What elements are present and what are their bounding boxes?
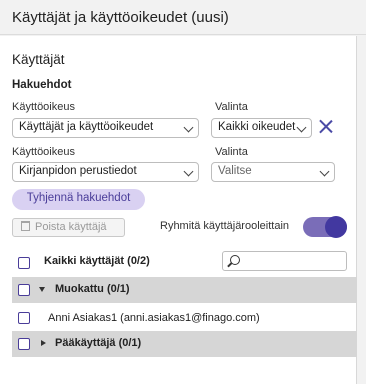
app-header: Käyttäjät ja käyttöoikeudet (uusi)	[0, 0, 366, 35]
group-checkbox[interactable]	[18, 338, 30, 350]
chevron-down-icon	[183, 166, 194, 177]
select-all-checkbox[interactable]	[18, 257, 30, 269]
filter2-permission-value: Kirjanpidon perustiedot	[19, 165, 137, 177]
group-checkbox[interactable]	[18, 284, 30, 296]
users-panel: Käyttäjät Hakuehdot Käyttöoikeus Valinta…	[0, 36, 357, 384]
filter1-permission-value: Käyttäjät ja käyttöoikeudet	[19, 121, 154, 133]
caret-right-icon[interactable]	[41, 340, 46, 346]
filters-title: Hakuehdot	[12, 79, 72, 91]
group-row-muokattu[interactable]: Muokattu (0/1)	[12, 277, 357, 303]
filter1-permission-label: Käyttöoikeus	[12, 101, 75, 113]
toggle-knob	[325, 216, 347, 238]
chevron-down-icon	[296, 122, 307, 133]
user-checkbox[interactable]	[18, 312, 30, 324]
filter1-selection-value: Kaikki oikeudet	[218, 121, 296, 133]
group-label: Pääkäyttäjä (0/1)	[55, 337, 142, 349]
clear-filters-button[interactable]: Tyhjennä hakuehdot	[12, 189, 145, 210]
search-icon	[230, 255, 240, 265]
group-by-role-label: Ryhmitä käyttäjärooleittain	[160, 220, 290, 232]
filter2-permission-select[interactable]: Kirjanpidon perustiedot	[12, 162, 199, 182]
section-title: Käyttäjät	[12, 52, 65, 67]
user-search-input[interactable]	[222, 251, 347, 271]
all-users-label: Kaikki käyttäjät (0/2)	[44, 255, 150, 267]
filter2-permission-label: Käyttöoikeus	[12, 146, 75, 158]
filter1-permission-select[interactable]: Käyttäjät ja käyttöoikeudet	[12, 118, 199, 138]
filter1-selection-label: Valinta	[215, 101, 248, 113]
chevron-down-icon	[319, 166, 330, 177]
trash-icon	[21, 221, 30, 231]
caret-down-icon[interactable]	[39, 287, 45, 292]
group-label: Muokattu (0/1)	[55, 283, 130, 295]
chevron-down-icon	[183, 122, 194, 133]
delete-user-button[interactable]: Poista käyttäjä	[12, 218, 125, 237]
filter2-selection-select[interactable]: Valitse	[211, 162, 335, 182]
scrollbar-track[interactable]	[357, 36, 366, 384]
delete-user-label: Poista käyttäjä	[35, 221, 107, 233]
filter2-selection-value: Valitse	[218, 165, 252, 177]
user-row-label[interactable]: Anni Asiakas1 (anni.asiakas1@finago.com)	[48, 312, 260, 324]
filter2-selection-label: Valinta	[215, 146, 248, 158]
remove-filter-close-icon[interactable]	[318, 119, 334, 135]
filter1-selection-select[interactable]: Kaikki oikeudet	[211, 118, 312, 138]
group-by-role-toggle[interactable]	[303, 216, 347, 238]
page-title: Käyttäjät ja käyttöoikeudet (uusi)	[12, 9, 229, 26]
group-row-paakayttaja[interactable]: Pääkäyttäjä (0/1)	[12, 331, 357, 357]
